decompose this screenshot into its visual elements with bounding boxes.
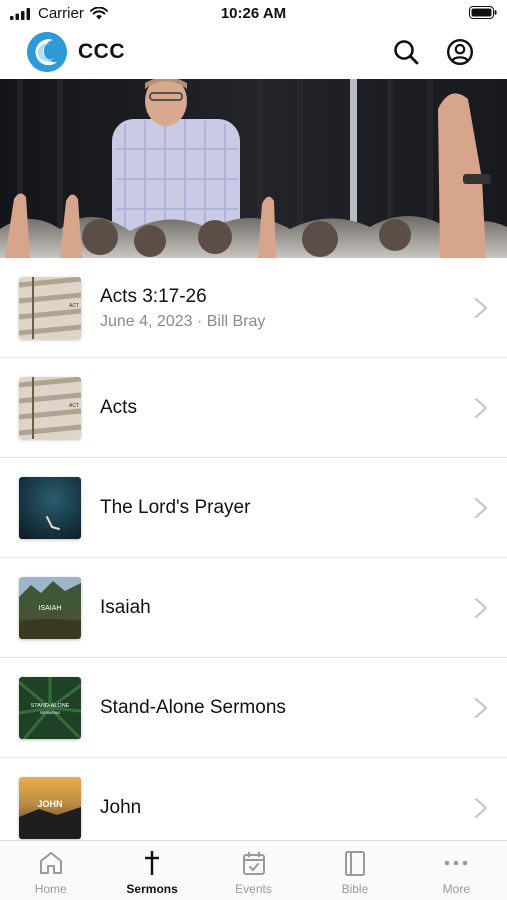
status-bar: Carrier 10:26 AM: [0, 0, 507, 28]
sermon-subtitle: June 4, 2023 · Bill Bray: [100, 312, 266, 330]
thumb-label: STAND-ALONE: [31, 703, 70, 709]
tab-home[interactable]: Home: [0, 841, 101, 900]
tab-label: More: [442, 882, 470, 896]
series-thumbnail: JOHN: [19, 777, 81, 839]
tab-sermons[interactable]: Sermons: [101, 841, 202, 900]
thumb-label-2: SERMONS: [40, 710, 61, 715]
series-thumbnail: [19, 477, 81, 539]
home-icon: [39, 852, 62, 874]
tab-bar: Home Sermons Events Bible More: [0, 840, 507, 900]
chevron-right-icon: [475, 698, 487, 718]
search-icon[interactable]: [392, 38, 420, 66]
chevron-right-icon: [475, 498, 487, 518]
list-item[interactable]: ISAIAH Isaiah: [0, 558, 507, 658]
account-circle-icon[interactable]: [446, 38, 474, 66]
book-icon: [344, 851, 365, 876]
calendar-check-icon: [242, 852, 265, 875]
tab-more[interactable]: More: [406, 841, 507, 900]
sermon-title: John: [100, 797, 142, 818]
tab-events[interactable]: Events: [203, 841, 304, 900]
church-logo-icon[interactable]: [27, 32, 67, 72]
list-item[interactable]: JOHN John: [0, 758, 507, 840]
app-title: CCC: [78, 40, 125, 63]
chevron-right-icon: [475, 298, 487, 318]
series-thumbnail: ACT: [19, 277, 81, 339]
thumb-label: ACT: [69, 303, 79, 309]
sermon-title: Acts 3:17-26: [100, 285, 207, 307]
series-thumbnail: ACT: [19, 377, 81, 439]
sermon-list: ACT Acts 3:17-26 June 4, 2023 · Bill Bra…: [0, 258, 507, 840]
list-item[interactable]: ACT Acts 3:17-26 June 4, 2023 · Bill Bra…: [0, 258, 507, 358]
status-time: 10:26 AM: [220, 5, 287, 22]
list-item[interactable]: STAND-ALONE SERMONS Stand-Alone Sermons: [0, 658, 507, 758]
series-thumbnail: STAND-ALONE SERMONS: [19, 677, 81, 739]
sermon-title: Stand-Alone Sermons: [100, 697, 286, 718]
series-thumbnail: ISAIAH: [19, 577, 81, 639]
thumb-label: JOHN: [37, 799, 62, 809]
cross-icon: [145, 851, 160, 875]
sermon-title: Isaiah: [100, 597, 151, 618]
tab-bible[interactable]: Bible: [304, 841, 405, 900]
tab-label: Bible: [341, 882, 369, 896]
chevron-right-icon: [475, 798, 487, 818]
list-item[interactable]: The Lord's Prayer: [0, 458, 507, 558]
more-dots-icon: [445, 860, 468, 866]
chevron-right-icon: [475, 398, 487, 418]
sermon-title: Acts: [100, 397, 137, 418]
battery-icon: [469, 6, 497, 24]
chevron-right-icon: [475, 598, 487, 618]
sermon-title: The Lord's Prayer: [100, 497, 251, 518]
tab-label: Home: [34, 882, 67, 896]
thumb-label: ISAIAH: [39, 605, 62, 612]
thumb-label: ACT: [69, 403, 79, 409]
hero-image[interactable]: [0, 79, 507, 258]
list-item[interactable]: ACT Acts: [0, 358, 507, 458]
tab-label: Events: [235, 882, 272, 896]
tab-label: Sermons: [126, 882, 178, 896]
app-header: CCC: [0, 28, 507, 79]
